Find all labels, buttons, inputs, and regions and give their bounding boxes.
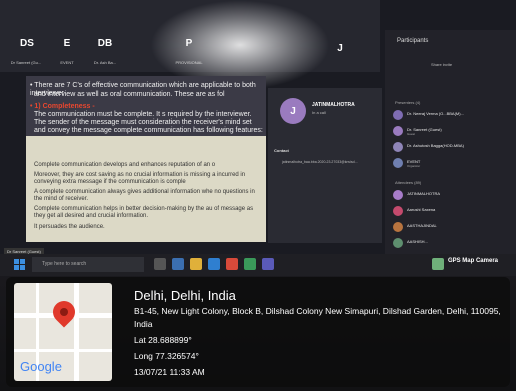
google-logo: Google — [20, 359, 62, 374]
panel-title: Participants — [397, 38, 429, 44]
photo: DS Dr Sanreet (Gu... E EVENT DB Dr. Ash … — [0, 0, 516, 391]
slide-bullet: Moreover, they are cost saving as no cru… — [34, 172, 246, 185]
avatar — [393, 126, 403, 136]
location-title: Delhi, Delhi, India — [134, 288, 236, 303]
presentation-slide: • There are 7 C's of effective communica… — [26, 76, 266, 242]
contact-email[interactable]: jatinmalhotra_baa.bba.2020-23.27033@knvi… — [282, 160, 358, 164]
participant-tile[interactable]: J — [330, 38, 350, 58]
participant-row[interactable]: AASHISH... — [393, 238, 508, 250]
participant-row[interactable]: Dr. Ashutosh Bagga(HOD-MBA) — [393, 142, 508, 154]
participants-panel: Participants Share invite Presenters (4)… — [385, 30, 516, 260]
location-address: B1-45, New Light Colony, Block B, Dilsha… — [134, 306, 501, 329]
app-icon[interactable] — [226, 258, 238, 270]
monitor-screen: DS Dr Sanreet (Gu... E EVENT DB Dr. Ash … — [0, 0, 516, 276]
slide-line: and interview as well as oral communicat… — [34, 91, 225, 98]
location-map: Google — [14, 283, 112, 381]
participant-row[interactable]: Aarushi Saxena — [393, 206, 508, 218]
avatar — [393, 222, 403, 232]
participant-row[interactable]: Dr. Neeraj Verma (O...BBA(M)... — [393, 110, 508, 122]
slide-bullet: Complete communication helps in better d… — [34, 206, 254, 219]
participant-role: Organizer — [407, 164, 421, 168]
participant-tile-name: Dr Sanreet (Gu... — [10, 60, 42, 65]
participant-row[interactable]: AASTHAJINDAL — [393, 222, 508, 234]
longitude: Long 77.326574° — [134, 351, 199, 361]
participant-row[interactable]: Dr. Sanreet (Guest) Guest — [393, 126, 508, 138]
map-road — [14, 349, 112, 352]
gps-camera-thumbnail — [432, 258, 444, 270]
slide-point-title: • 1) Completeness - — [30, 103, 95, 110]
slide-bullet: It persuades the audience. — [34, 224, 105, 230]
participant-role: Guest — [407, 132, 416, 136]
participant-name: Dr. Ashutosh Bagga(HOD-MBA) — [407, 143, 464, 148]
profile-status: In a call — [312, 110, 326, 115]
attendees-label: Attendees (89) — [395, 180, 422, 185]
slide-bullet: A complete communication always gives ad… — [34, 189, 255, 202]
latitude: Lat 28.688899° — [134, 335, 192, 345]
gps-camera-watermark: GPS Map Camera — [447, 258, 498, 264]
teams-icon[interactable] — [262, 258, 274, 270]
task-view-icon[interactable] — [154, 258, 166, 270]
participant-tile-name: EVENT — [60, 60, 74, 65]
presenters-label: Presenters (4) — [395, 100, 421, 105]
avatar: J — [280, 98, 306, 124]
participant-tile[interactable]: E — [54, 30, 80, 56]
participant-name: AASHISH... — [407, 239, 428, 244]
participant-tile-name: Dr. Ash Ba... — [93, 60, 117, 65]
avatar — [393, 142, 403, 152]
participant-tile[interactable]: DS — [14, 30, 40, 56]
slide-point-text: The communication must be complete. It s… — [34, 111, 263, 134]
timestamp: 13/07/21 11:33 AM — [134, 367, 205, 377]
file-explorer-icon[interactable] — [190, 258, 202, 270]
avatar — [393, 238, 403, 248]
avatar — [393, 206, 403, 216]
contact-label: Contact — [274, 148, 289, 153]
avatar — [393, 190, 403, 200]
participant-name: Aarushi Saxena — [407, 207, 436, 212]
windows-start-icon[interactable] — [14, 259, 25, 270]
map-road — [74, 283, 79, 381]
edge-icon[interactable] — [172, 258, 184, 270]
avatar — [393, 158, 403, 168]
participant-name: AASTHAJINDAL — [407, 223, 437, 228]
slide-bullet: Complete communication develops and enha… — [34, 162, 216, 168]
share-invite-button[interactable]: Share invite — [431, 62, 452, 67]
app-icon[interactable] — [244, 258, 256, 270]
participant-name: Dr. Neeraj Verma (O...BBA(M)... — [407, 111, 464, 116]
participant-row[interactable]: JATINMALHOTRA — [393, 190, 508, 202]
participant-row[interactable]: EVENT Organizer — [393, 158, 508, 170]
taskbar-search-input[interactable]: Type here to search — [32, 257, 144, 272]
participant-tile[interactable]: DB — [92, 30, 118, 56]
profile-name: JATINMALHOTRA — [312, 102, 355, 108]
search-placeholder: Type here to search — [42, 261, 87, 267]
participant-name: JATINMALHOTRA — [407, 191, 441, 196]
store-icon[interactable] — [208, 258, 220, 270]
profile-card: J JATINMALHOTRA In a call Contact jatinm… — [268, 88, 382, 243]
avatar — [393, 110, 403, 120]
